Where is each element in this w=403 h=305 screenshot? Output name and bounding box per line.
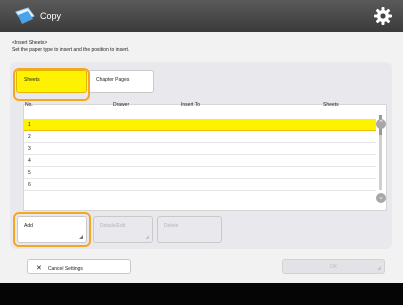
row-number: 2	[28, 134, 31, 140]
cancel-settings-label: Cancel Settings	[47, 266, 83, 272]
row-number: 1	[28, 122, 31, 128]
corner-arrow-icon	[145, 235, 149, 239]
details-edit-label: Details/Edit	[100, 223, 126, 229]
column-header-drawer: Drawer	[113, 102, 130, 108]
tab-chapter-pages[interactable]: Chapter Pages	[88, 70, 154, 93]
table-row[interactable]: 6	[24, 179, 376, 191]
table-row[interactable]: 5	[24, 167, 376, 179]
row-number: 5	[28, 170, 31, 176]
column-header-sheets: Sheets	[323, 102, 339, 108]
insert-list: 1 2 3 4 5 6 ⌃ ⌄	[23, 104, 387, 211]
column-header-insert-to: Insert To	[181, 102, 201, 108]
details-edit-button[interactable]: Details/Edit	[93, 216, 153, 243]
title-bar: Copy	[0, 0, 403, 32]
scroll-up-icon[interactable]: ⌃	[376, 119, 386, 129]
row-number: 6	[28, 182, 31, 188]
sheets-focus-ring	[13, 68, 90, 101]
copy-app-icon	[15, 7, 35, 24]
corner-arrow-icon	[377, 266, 381, 270]
delete-label: Delete	[164, 223, 179, 229]
table-row[interactable]: 1	[24, 119, 376, 131]
ok-label: OK	[329, 264, 338, 270]
cancel-settings-button[interactable]: ✕ Cancel Settings	[27, 259, 131, 274]
table-row[interactable]: 3	[24, 143, 376, 155]
add-focus-ring	[13, 212, 91, 247]
close-icon: ✕	[36, 265, 42, 272]
gear-icon[interactable]	[372, 5, 394, 27]
table-row[interactable]: 2	[24, 131, 376, 143]
table-row[interactable]: 4	[24, 155, 376, 167]
delete-button[interactable]: Delete	[157, 216, 222, 243]
bottom-bar	[0, 283, 403, 305]
instructions: <Insert Sheets> Set the paper type to in…	[12, 40, 129, 53]
scrollbar[interactable]: ⌃ ⌄	[376, 105, 386, 210]
row-number: 3	[28, 146, 31, 152]
row-number: 4	[28, 158, 31, 164]
scroll-down-icon[interactable]: ⌄	[376, 193, 386, 203]
app-title: Copy	[40, 11, 62, 21]
table-header: No. Drawer Insert To Sheets	[23, 101, 385, 108]
instructions-text: Set the paper type to insert and the pos…	[12, 46, 130, 53]
column-header-no: No.	[25, 102, 33, 108]
ok-button[interactable]: OK	[282, 259, 385, 274]
